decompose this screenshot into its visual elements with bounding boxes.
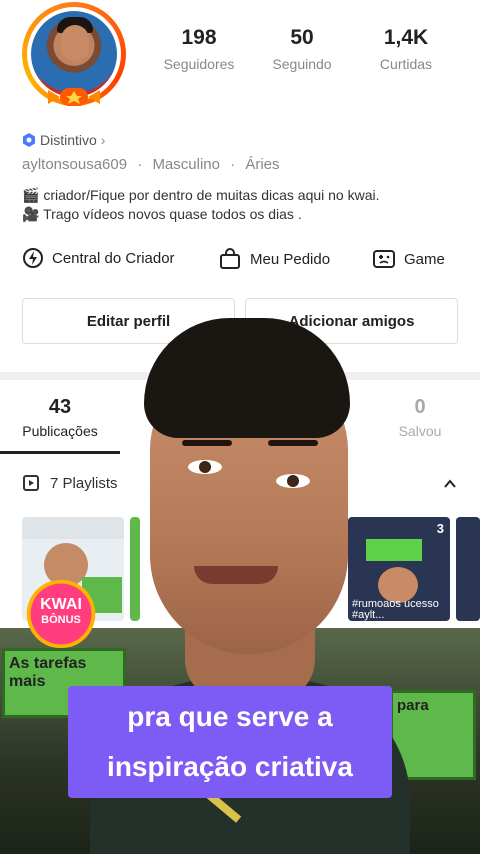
- video-caption: pra que serve a inspiração criativa: [68, 686, 392, 798]
- likes-count: 1,4K: [383, 26, 429, 49]
- username: ayltonsousa609: [22, 156, 128, 173]
- followers-count: 198: [181, 26, 217, 49]
- chevron-up-icon[interactable]: [442, 476, 458, 492]
- person-mouth: [194, 566, 278, 584]
- saved-count: 0: [414, 396, 426, 418]
- video-camera-icon: 🎥: [22, 206, 40, 222]
- tool-game[interactable]: Game: [372, 247, 445, 271]
- caption-line-1: pra que serve a: [127, 701, 333, 732]
- stat-likes[interactable]: 1,4K Curtidas: [356, 26, 456, 72]
- posts-count: 43: [48, 396, 72, 418]
- distintivo-label: Distintivo: [40, 132, 97, 148]
- tab-posts[interactable]: 43 Publicações: [0, 396, 120, 439]
- playlist-thumb[interactable]: [456, 517, 480, 621]
- gender: Masculino: [152, 156, 220, 173]
- playlist-icon: [23, 475, 39, 491]
- zodiac-sign: Áries: [245, 156, 280, 173]
- playlists-label: 7 Playlists: [50, 474, 118, 492]
- playlists-header[interactable]: 7 Playlists: [22, 474, 118, 492]
- saved-label: Salvou: [398, 423, 442, 439]
- playlist-thumb-caption: #rumoaos ucesso #aylt...: [352, 599, 439, 621]
- tool-creator-center[interactable]: Central do Criador: [22, 247, 175, 269]
- likes-label: Curtidas: [379, 56, 433, 72]
- profile-meta: ayltonsousa609 · Masculino · Áries: [22, 156, 280, 173]
- avatar-rank-badge-icon: [48, 88, 100, 106]
- distintivo-link[interactable]: Distintivo ›: [22, 132, 105, 148]
- following-label: Seguindo: [272, 56, 332, 72]
- bio-line-1: criador/Fique por dentro de muitas dicas…: [43, 187, 380, 203]
- followers-label: Seguidores: [163, 56, 235, 72]
- bonus-label: BÔNUS: [41, 614, 81, 626]
- tab-saved[interactable]: 0 Salvou: [360, 396, 480, 439]
- playlist-thumb-count: 3: [436, 521, 444, 536]
- left-eyebrow: [182, 440, 232, 446]
- stat-followers[interactable]: 198 Seguidores: [149, 26, 249, 72]
- game-icon: [373, 250, 395, 268]
- following-count: 50: [290, 26, 314, 49]
- game-label: Game: [404, 250, 445, 268]
- creator-center-label: Central do Criador: [52, 249, 175, 267]
- right-eyebrow: [268, 440, 318, 446]
- playlist-thumb[interactable]: [130, 517, 140, 621]
- badge-icon: [23, 133, 35, 147]
- tool-my-order[interactable]: Meu Pedido: [218, 247, 330, 271]
- my-order-label: Meu Pedido: [250, 250, 331, 268]
- profile-bio: 🎬 criador/Fique por dentro de muitas dic…: [22, 186, 462, 224]
- right-eye: [276, 474, 310, 488]
- kwai-label: KWAI: [40, 596, 82, 613]
- chevron-right-icon: ›: [100, 132, 106, 148]
- caption-line-2: inspiração criativa: [107, 751, 353, 782]
- shopping-bag-icon: [220, 248, 240, 269]
- playlist-thumb[interactable]: 3 #rumoaos ucesso #aylt...: [348, 517, 450, 621]
- bio-line-2: Trago vídeos novos quase todos os dias .: [43, 206, 302, 222]
- kwai-bonus-sticker[interactable]: KWAI BÔNUS: [18, 580, 104, 648]
- posts-label: Publicações: [22, 423, 98, 439]
- avatar-photo: [31, 11, 117, 97]
- clapperboard-icon: 🎬: [22, 187, 40, 203]
- active-tab-indicator: [0, 451, 120, 454]
- left-eye: [188, 460, 222, 474]
- stat-following[interactable]: 50 Seguindo: [252, 26, 352, 72]
- creator-center-icon: [23, 248, 43, 268]
